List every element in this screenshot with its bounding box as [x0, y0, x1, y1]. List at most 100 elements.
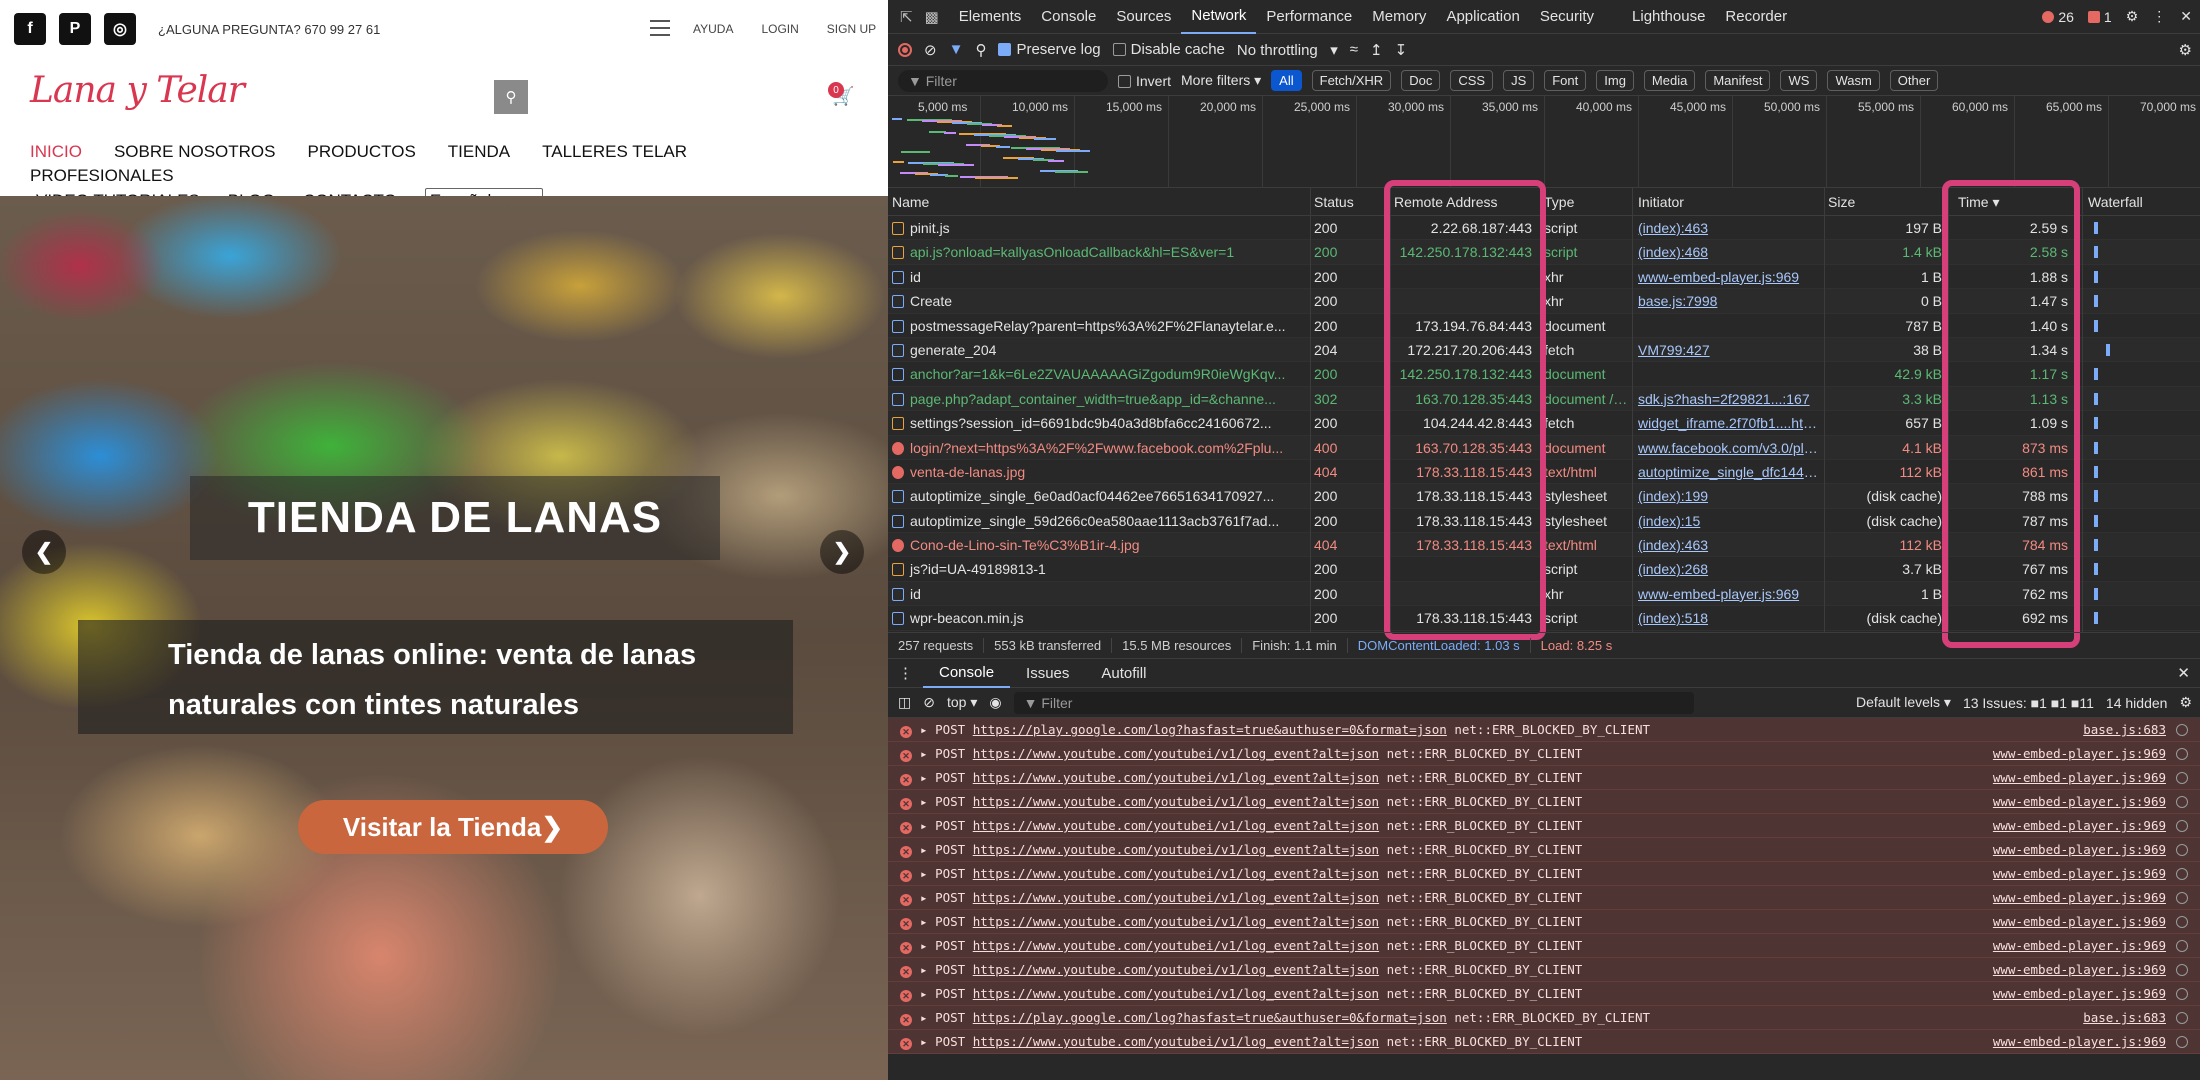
chip-manifest[interactable]: Manifest — [1705, 70, 1771, 91]
request-icon[interactable] — [2176, 1036, 2188, 1048]
console-error-row[interactable]: ✕ ▸ POST https://play.google.com/log?hasf… — [888, 718, 2200, 742]
live-expression-eye-icon[interactable]: ◉ — [989, 694, 1001, 711]
error-count[interactable]: 26 — [2042, 9, 2074, 25]
request-name[interactable]: pinit.js — [888, 216, 1308, 240]
log-url[interactable]: https://www.youtube.com/youtubei/v1/log_… — [973, 962, 1379, 977]
request-initiator[interactable]: (index):15 — [1634, 509, 1824, 533]
drawer-tab-autofill[interactable]: Autofill — [1085, 658, 1162, 688]
nav-profesionales[interactable]: PROFESIONALES — [30, 164, 174, 188]
cart-icon[interactable]: 🛒 0 — [828, 82, 860, 108]
log-url[interactable]: https://www.youtube.com/youtubei/v1/log_… — [973, 746, 1379, 761]
console-error-row[interactable]: ✕ ▸ POST https://www.youtube.com/youtubei… — [888, 790, 2200, 814]
request-name[interactable]: api.js?onload=kallyasOnloadCallback&hl=E… — [888, 240, 1308, 264]
search-button[interactable]: ⚲ — [494, 80, 528, 114]
console-filter-input[interactable]: ▼ Filter — [1013, 691, 1694, 714]
chip-media[interactable]: Media — [1643, 70, 1696, 91]
network-overview-timeline[interactable]: 5,000 ms 10,000 ms 15,000 ms 20,000 ms 25,00… — [888, 96, 2200, 188]
log-source-link[interactable]: www-embed-player.js:969 — [1993, 838, 2166, 862]
log-source-link[interactable]: www-embed-player.js:969 — [1993, 982, 2166, 1006]
warning-count[interactable]: 1 — [2087, 9, 2112, 25]
tab-elements[interactable]: Elements — [949, 0, 1032, 34]
issues-counter[interactable]: 13 Issues: ■1 ■1 ■11 — [1963, 695, 2094, 711]
tab-sources[interactable]: Sources — [1106, 0, 1181, 34]
tab-security[interactable]: Security — [1530, 0, 1604, 34]
tab-memory[interactable]: Memory — [1362, 0, 1436, 34]
log-source-link[interactable]: www-embed-player.js:969 — [1993, 814, 2166, 838]
request-icon[interactable] — [2176, 964, 2188, 976]
request-initiator[interactable]: autoptimize_single_dfc1449... — [1634, 460, 1824, 484]
request-name[interactable]: js?id=UA-49189813-1 — [888, 557, 1308, 581]
preserve-log-checkbox[interactable]: Preserve log — [998, 41, 1101, 58]
request-icon[interactable] — [2176, 892, 2188, 904]
request-initiator[interactable]: (index):468 — [1634, 240, 1824, 264]
col-name[interactable]: Name — [888, 190, 1308, 214]
import-har-icon[interactable]: ↥ — [1370, 41, 1383, 59]
request-initiator[interactable] — [1634, 314, 1824, 338]
console-error-row[interactable]: ✕ ▸ POST https://www.youtube.com/youtubei… — [888, 1030, 2200, 1054]
request-initiator[interactable]: (index):268 — [1634, 557, 1824, 581]
slider-prev-button[interactable]: ❮ — [22, 530, 66, 574]
expand-triangle-icon[interactable]: ▸ — [920, 842, 935, 857]
chip-ws[interactable]: WS — [1780, 70, 1818, 91]
console-error-row[interactable]: ✕ ▸ POST https://www.youtube.com/youtubei… — [888, 766, 2200, 790]
drawer-menu-icon[interactable]: ⋮ — [888, 664, 923, 682]
nav-tienda[interactable]: TIENDA — [448, 140, 510, 164]
log-source-link[interactable]: www-embed-player.js:969 — [1993, 910, 2166, 934]
tab-recorder[interactable]: Recorder — [1715, 0, 1797, 34]
request-icon[interactable] — [2176, 916, 2188, 928]
disable-cache-checkbox[interactable]: Disable cache — [1112, 41, 1225, 58]
expand-triangle-icon[interactable]: ▸ — [920, 770, 935, 785]
request-initiator[interactable]: www-embed-player.js:969 — [1634, 582, 1824, 606]
log-source-link[interactable]: base.js:683 — [2083, 718, 2166, 742]
clear-console-icon[interactable]: ⊘ — [923, 694, 935, 711]
record-button[interactable] — [898, 42, 912, 57]
close-icon[interactable]: ✕ — [2180, 8, 2192, 25]
help-link[interactable]: AYUDA — [693, 22, 733, 36]
more-options-icon[interactable]: ⋮ — [2152, 8, 2166, 25]
request-initiator[interactable]: www.facebook.com/v3.0/plugi — [1634, 436, 1824, 460]
chip-css[interactable]: CSS — [1450, 70, 1494, 91]
expand-triangle-icon[interactable]: ▸ — [920, 890, 935, 905]
chip-wasm[interactable]: Wasm — [1827, 70, 1880, 91]
request-initiator[interactable]: sdk.js?hash=2f29821...:167 — [1634, 387, 1824, 411]
network-conditions-icon[interactable]: ≈ — [1350, 41, 1358, 58]
request-name[interactable]: venta-de-lanas.jpg — [888, 460, 1308, 484]
log-url[interactable]: https://www.youtube.com/youtubei/v1/log_… — [973, 986, 1379, 1001]
network-settings-icon[interactable]: ⚙ — [2179, 41, 2192, 59]
request-initiator[interactable] — [1634, 362, 1824, 386]
context-select[interactable]: top ▾ — [947, 694, 977, 711]
request-icon[interactable] — [2176, 940, 2188, 952]
request-icon[interactable] — [2176, 988, 2188, 1000]
request-name[interactable]: anchor?ar=1&k=6Le2ZVAUAAAAAGiZgodum9R0ie… — [888, 362, 1308, 386]
tab-application[interactable]: Application — [1436, 0, 1529, 34]
log-url[interactable]: https://www.youtube.com/youtubei/v1/log_… — [973, 914, 1379, 929]
expand-triangle-icon[interactable]: ▸ — [920, 794, 935, 809]
hamburger-menu-icon[interactable] — [650, 20, 670, 36]
slider-next-button[interactable]: ❯ — [820, 530, 864, 574]
invert-checkbox[interactable]: Invert — [1118, 73, 1171, 89]
chip-other[interactable]: Other — [1889, 70, 1939, 91]
request-icon[interactable] — [2176, 796, 2188, 808]
request-icon[interactable] — [2176, 868, 2188, 880]
request-initiator[interactable]: (index):463 — [1634, 533, 1824, 557]
throttling-select[interactable]: No throttling ▾ — [1237, 41, 1338, 59]
device-toolbar-icon[interactable]: ▩ — [925, 8, 939, 26]
request-initiator[interactable]: www-embed-player.js:969 — [1634, 265, 1824, 289]
request-name[interactable]: settings?session_id=6691bdc9b40a3d8bfa6c… — [888, 411, 1308, 435]
request-name[interactable]: login/?next=https%3A%2F%2Fwww.facebook.c… — [888, 436, 1308, 460]
request-initiator[interactable]: widget_iframe.2f70fb1....html? — [1634, 411, 1824, 435]
console-error-row[interactable]: ✕ ▸ POST https://www.youtube.com/youtubei… — [888, 910, 2200, 934]
drawer-tab-issues[interactable]: Issues — [1010, 658, 1085, 688]
login-link[interactable]: LOGIN — [761, 22, 798, 36]
chip-img[interactable]: Img — [1596, 70, 1634, 91]
log-url[interactable]: https://www.youtube.com/youtubei/v1/log_… — [973, 842, 1379, 857]
request-icon[interactable] — [2176, 844, 2188, 856]
chip-doc[interactable]: Doc — [1401, 70, 1441, 91]
console-error-row[interactable]: ✕ ▸ POST https://www.youtube.com/youtubei… — [888, 862, 2200, 886]
request-icon[interactable] — [2176, 820, 2188, 832]
request-name[interactable]: page.php?adapt_container_width=true&app_… — [888, 387, 1308, 411]
log-url[interactable]: https://play.google.com/log?hasfast=true… — [973, 1010, 1447, 1025]
expand-triangle-icon[interactable]: ▸ — [920, 938, 935, 953]
request-name[interactable]: postmessageRelay?parent=https%3A%2F%2Fla… — [888, 314, 1308, 338]
drawer-close-icon[interactable]: ✕ — [2177, 664, 2190, 682]
